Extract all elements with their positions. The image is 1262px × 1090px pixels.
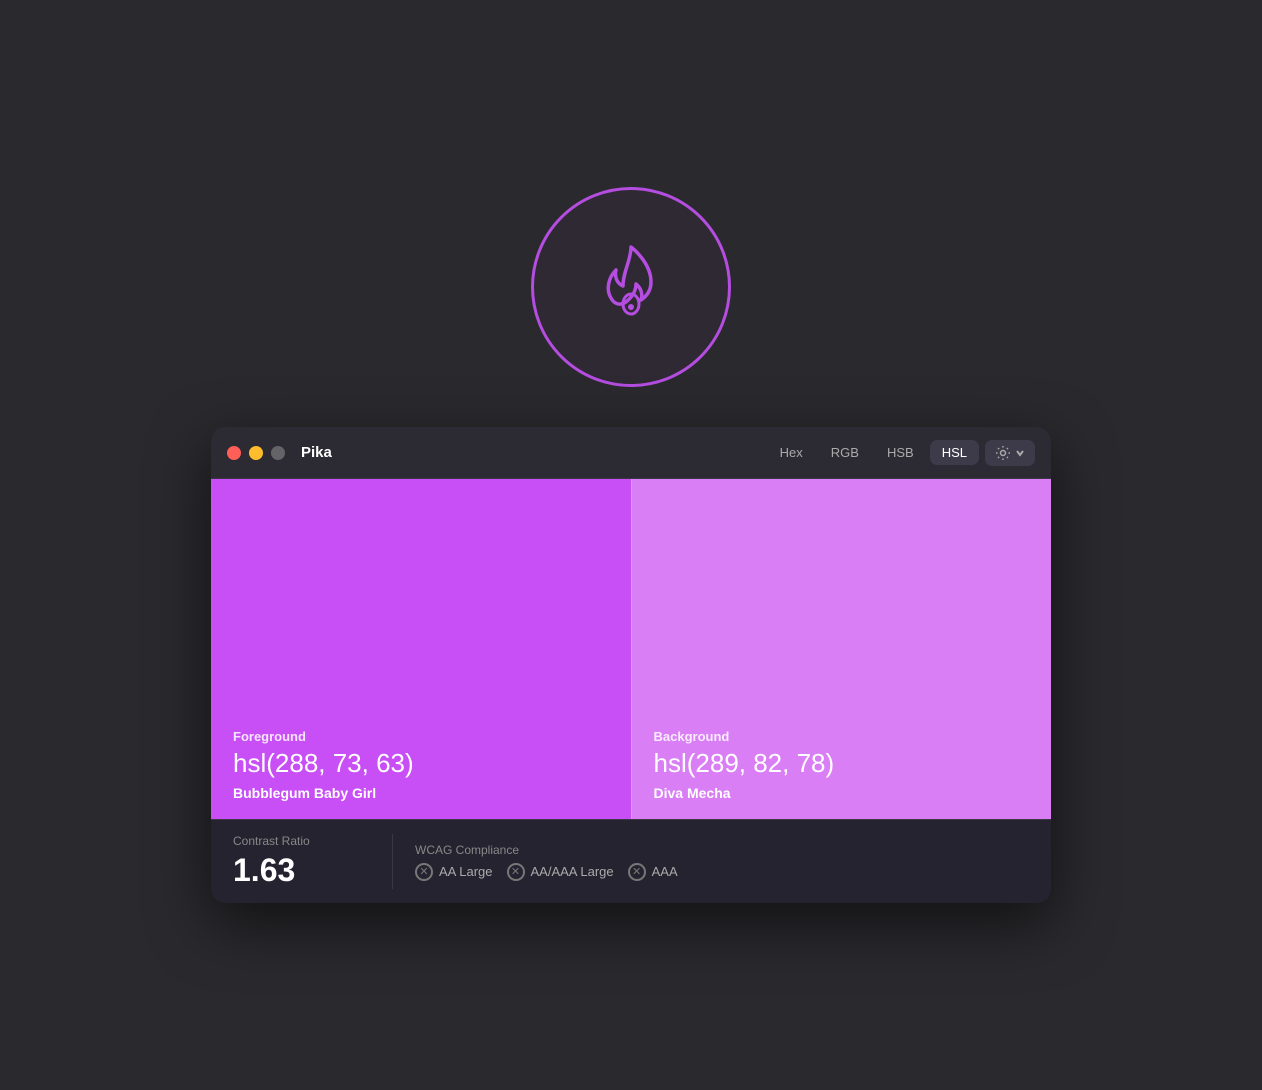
wcag-section: WCAG Compliance ✕ AA Large ✕ AA/AAA Larg… bbox=[415, 843, 678, 881]
tab-hex[interactable]: Hex bbox=[768, 440, 815, 465]
background-label: Background bbox=[654, 729, 1030, 744]
titlebar: Pika Hex RGB HSB HSL bbox=[211, 427, 1051, 479]
app-icon bbox=[531, 187, 731, 387]
foreground-label: Foreground bbox=[233, 729, 609, 744]
format-tabs: Hex RGB HSB HSL bbox=[768, 440, 979, 465]
wcag-badges: ✕ AA Large ✕ AA/AAA Large ✕ AAA bbox=[415, 863, 678, 881]
wcag-badge-aa-aaa-large: ✕ AA/AAA Large bbox=[507, 863, 614, 881]
contrast-section: Contrast Ratio 1.63 bbox=[233, 834, 393, 889]
contrast-label: Contrast Ratio bbox=[233, 834, 370, 848]
app-window: Pika Hex RGB HSB HSL Foreground hsl(288,… bbox=[211, 427, 1051, 903]
wcag-badge-label-1: AA Large bbox=[439, 864, 493, 879]
foreground-value: hsl(288, 73, 63) bbox=[233, 748, 609, 779]
window-title: Pika bbox=[301, 444, 768, 461]
background-color-name: Diva Mecha bbox=[654, 785, 1030, 801]
wcag-badge-label-2: AA/AAA Large bbox=[531, 864, 614, 879]
wcag-badge-aaa: ✕ AAA bbox=[628, 863, 678, 881]
settings-button[interactable] bbox=[985, 440, 1035, 466]
wcag-badge-label-3: AAA bbox=[652, 864, 678, 879]
wcag-fail-icon-1: ✕ bbox=[415, 863, 433, 881]
minimize-button[interactable] bbox=[249, 446, 263, 460]
bottom-bar: Contrast Ratio 1.63 WCAG Compliance ✕ AA… bbox=[211, 819, 1051, 903]
background-panel[interactable]: Background hsl(289, 82, 78) Diva Mecha bbox=[631, 479, 1052, 819]
foreground-color-name: Bubblegum Baby Girl bbox=[233, 785, 609, 801]
close-button[interactable] bbox=[227, 446, 241, 460]
color-panels: Foreground hsl(288, 73, 63) Bubblegum Ba… bbox=[211, 479, 1051, 819]
chevron-down-icon bbox=[1015, 448, 1025, 458]
wcag-badge-aa-large: ✕ AA Large bbox=[415, 863, 493, 881]
wcag-fail-icon-2: ✕ bbox=[507, 863, 525, 881]
background-value: hsl(289, 82, 78) bbox=[654, 748, 1030, 779]
tab-hsb[interactable]: HSB bbox=[875, 440, 926, 465]
traffic-lights bbox=[227, 446, 285, 460]
maximize-button[interactable] bbox=[271, 446, 285, 460]
wcag-label: WCAG Compliance bbox=[415, 843, 678, 857]
tab-rgb[interactable]: RGB bbox=[819, 440, 871, 465]
foreground-panel[interactable]: Foreground hsl(288, 73, 63) Bubblegum Ba… bbox=[211, 479, 631, 819]
gear-icon bbox=[995, 445, 1011, 461]
contrast-value: 1.63 bbox=[233, 852, 370, 889]
flame-icon bbox=[576, 232, 686, 342]
tab-hsl[interactable]: HSL bbox=[930, 440, 979, 465]
wcag-fail-icon-3: ✕ bbox=[628, 863, 646, 881]
